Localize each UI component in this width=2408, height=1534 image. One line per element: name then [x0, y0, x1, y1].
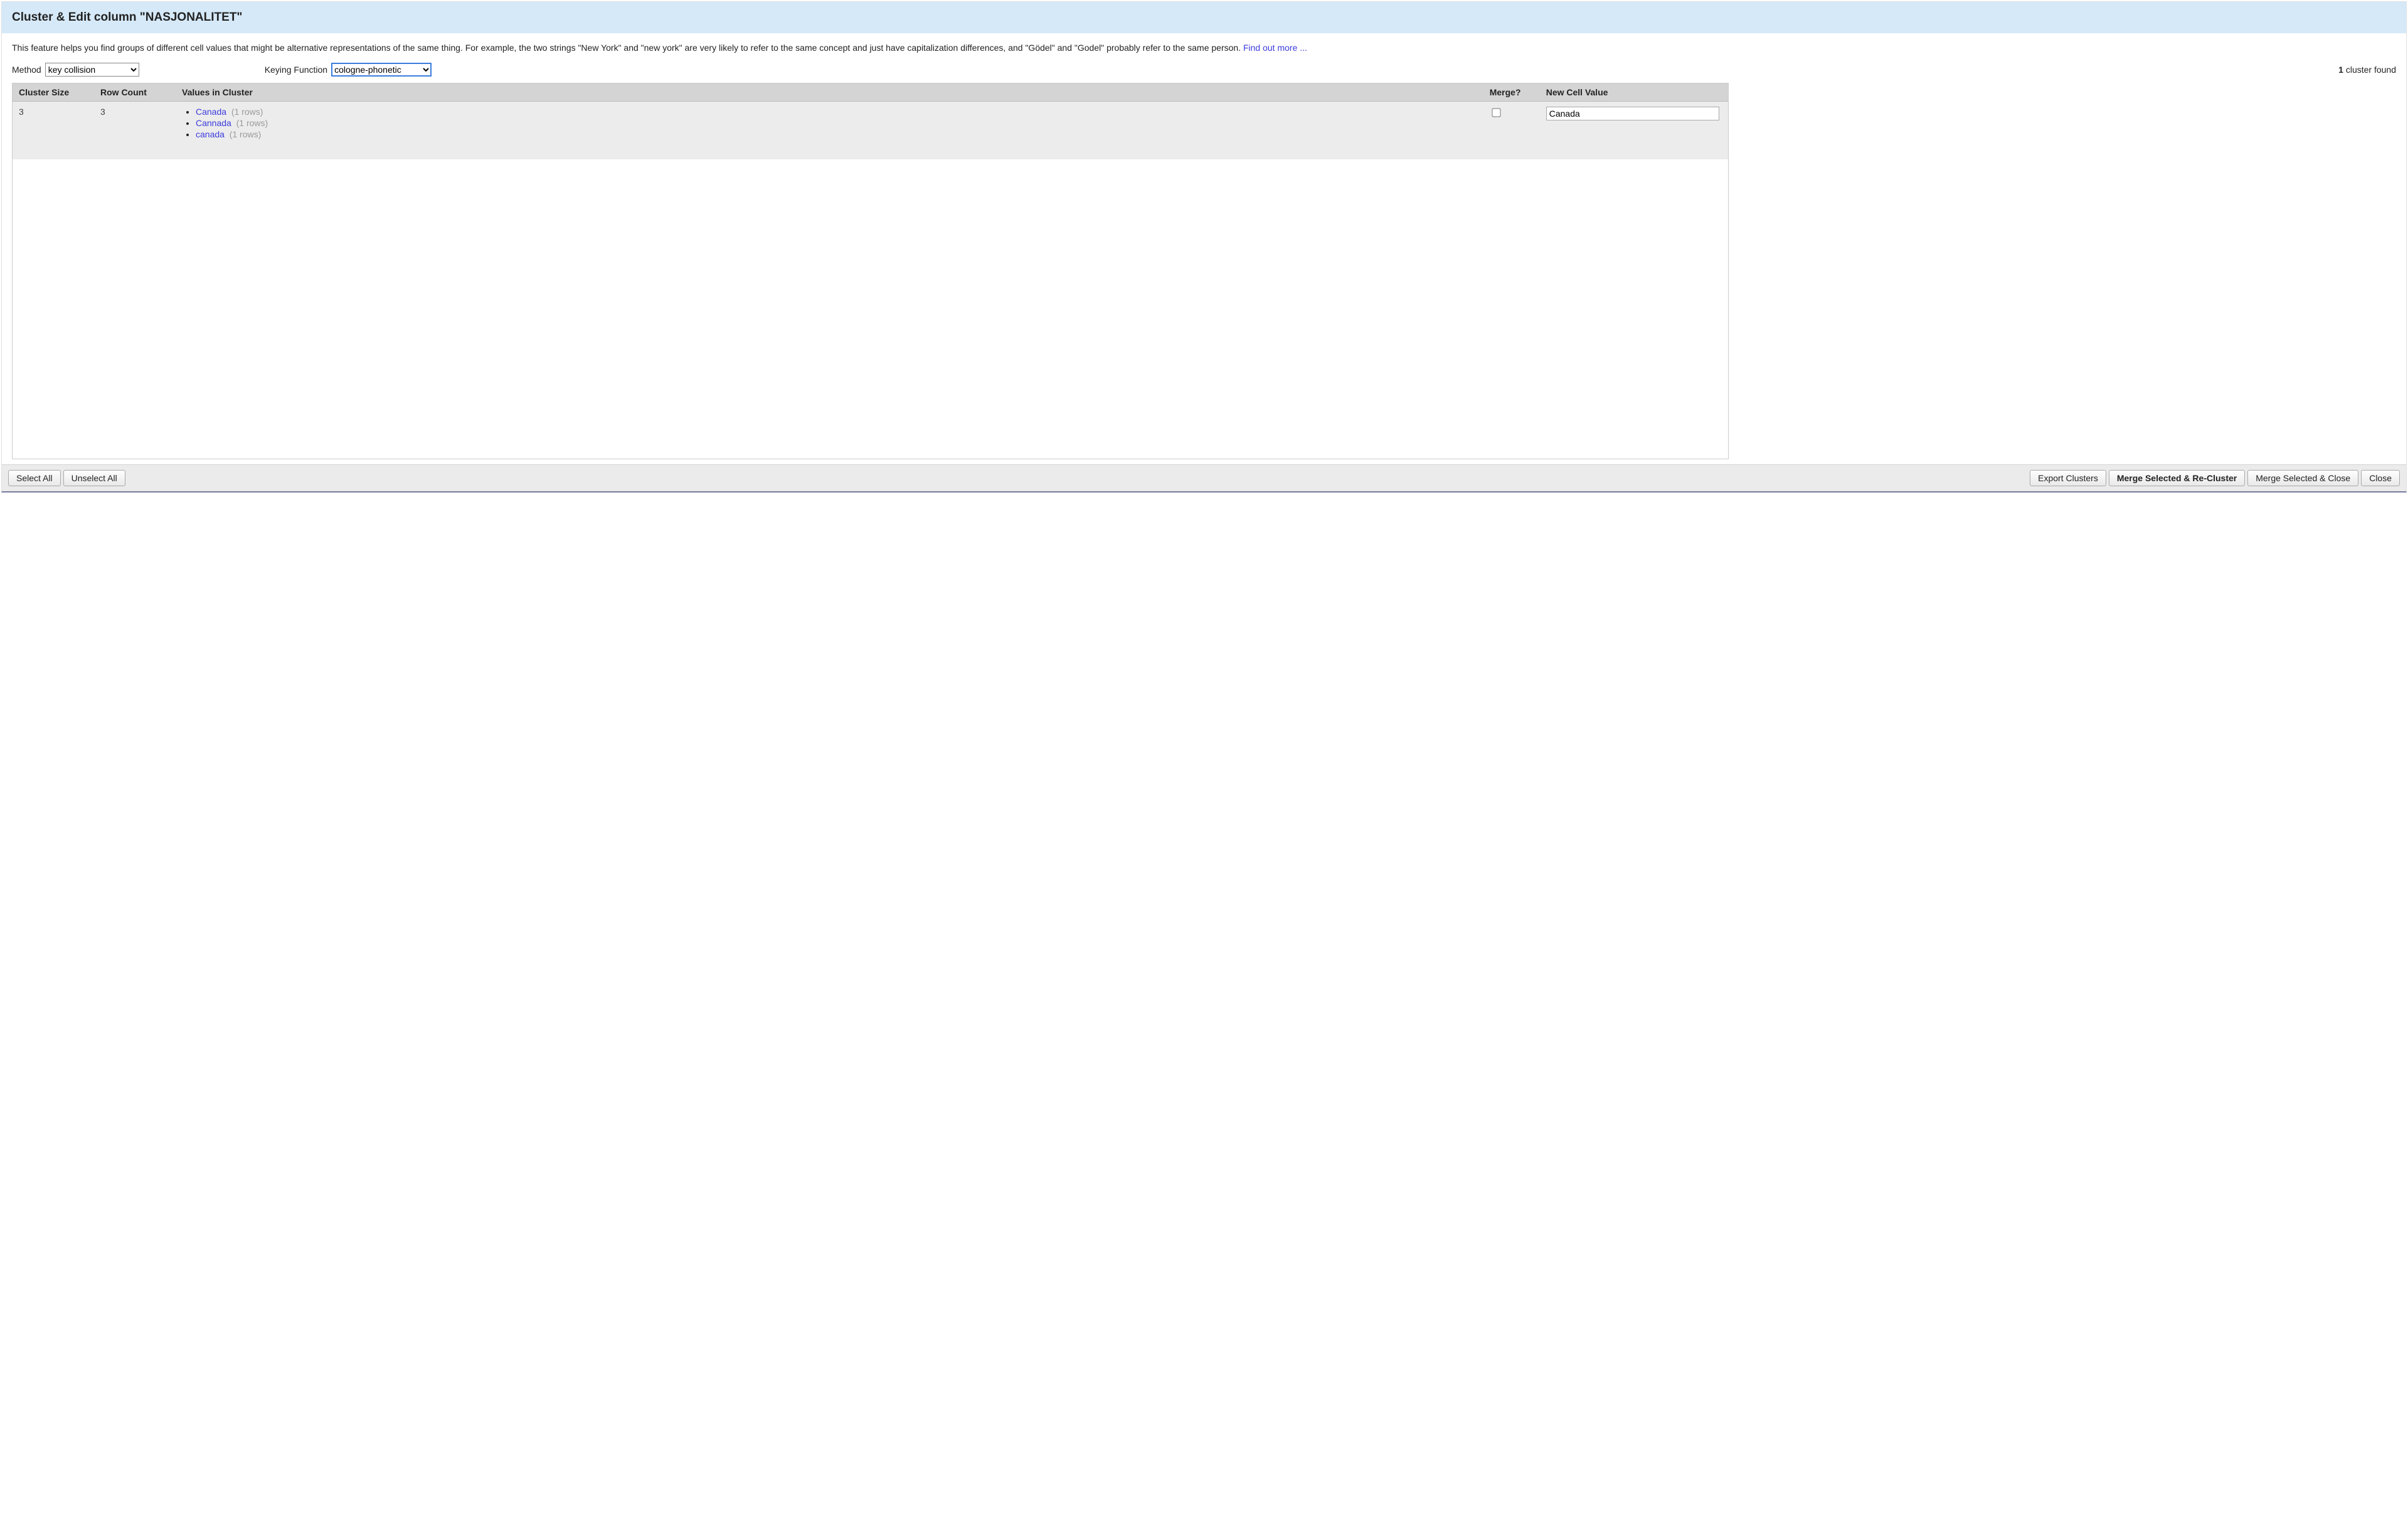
values-list: Canada (1 rows) Cannada (1 rows) canada — [182, 107, 1477, 139]
value-count: (1 rows) — [231, 107, 263, 117]
value-name[interactable]: Canada — [196, 107, 226, 117]
table-row: 3 3 Canada (1 rows) Cannada (1 rows — [13, 101, 1728, 159]
list-item: Canada (1 rows) — [196, 107, 1477, 117]
cluster-table-container[interactable]: Cluster Size Row Count Values in Cluster… — [12, 83, 1729, 459]
controls-row: Method key collision Keying Function col… — [12, 63, 2396, 77]
list-item: Cannada (1 rows) — [196, 118, 1477, 128]
col-header-new-value: New Cell Value — [1540, 83, 1728, 102]
value-name[interactable]: canada — [196, 129, 225, 139]
col-header-cluster-size: Cluster Size — [13, 83, 94, 102]
cell-new-value — [1540, 101, 1728, 159]
select-all-button[interactable]: Select All — [8, 470, 61, 486]
cell-row-count: 3 — [94, 101, 176, 159]
col-header-merge: Merge? — [1483, 83, 1540, 102]
merge-checkbox[interactable] — [1492, 108, 1500, 117]
table-header-row: Cluster Size Row Count Values in Cluster… — [13, 83, 1728, 102]
value-name[interactable]: Cannada — [196, 118, 231, 128]
cell-cluster-size: 3 — [13, 101, 94, 159]
dialog-footer: Select All Unselect All Export Clusters … — [2, 464, 2406, 491]
value-count: (1 rows) — [230, 129, 262, 139]
cluster-count-number: 1 — [2338, 65, 2343, 75]
method-group: Method key collision — [12, 63, 139, 77]
keying-function-select[interactable]: cologne-phonetic — [331, 63, 432, 77]
col-header-values: Values in Cluster — [176, 83, 1483, 102]
cluster-count-status: 1 cluster found — [2338, 65, 2396, 75]
col-header-row-count: Row Count — [94, 83, 176, 102]
feature-description-text: This feature helps you find groups of di… — [12, 43, 1243, 53]
method-select[interactable]: key collision — [45, 63, 139, 77]
cluster-count-suffix: cluster found — [2343, 65, 2396, 75]
keying-function-label: Keying Function — [265, 65, 327, 75]
method-label: Method — [12, 65, 41, 75]
cell-values: Canada (1 rows) Cannada (1 rows) canada — [176, 101, 1483, 159]
list-item: canada (1 rows) — [196, 129, 1477, 139]
new-cell-value-input[interactable] — [1546, 107, 1719, 120]
cell-merge — [1483, 101, 1540, 159]
dialog-header: Cluster & Edit column "NASJONALITET" — [2, 2, 2406, 33]
unselect-all-button[interactable]: Unselect All — [63, 470, 125, 486]
merge-recluster-button[interactable]: Merge Selected & Re-Cluster — [2109, 470, 2245, 486]
find-out-more-link[interactable]: Find out more ... — [1243, 43, 1307, 53]
dialog-body: This feature helps you find groups of di… — [2, 33, 2406, 464]
dialog-title: Cluster & Edit column "NASJONALITET" — [12, 11, 2396, 24]
cluster-table: Cluster Size Row Count Values in Cluster… — [13, 83, 1728, 159]
keying-function-group: Keying Function cologne-phonetic — [265, 63, 432, 77]
value-count: (1 rows) — [236, 118, 268, 128]
merge-close-button[interactable]: Merge Selected & Close — [2247, 470, 2358, 486]
close-button[interactable]: Close — [2361, 470, 2400, 486]
feature-description: This feature helps you find groups of di… — [12, 42, 2396, 54]
cluster-edit-dialog: Cluster & Edit column "NASJONALITET" Thi… — [1, 1, 2407, 493]
export-clusters-button[interactable]: Export Clusters — [2030, 470, 2106, 486]
